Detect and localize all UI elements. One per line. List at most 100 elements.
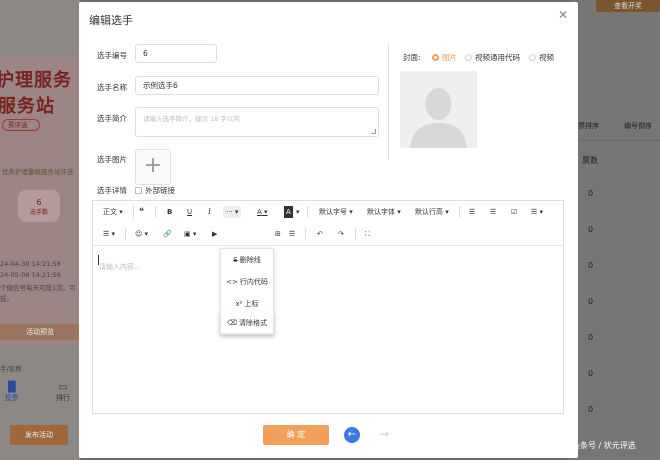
bg-column-header: 票数 bbox=[582, 156, 598, 165]
radio-icon bbox=[465, 54, 472, 61]
bg-filter-number: 编号倒序 bbox=[624, 122, 652, 130]
intro-label: 选手简介 bbox=[97, 114, 127, 123]
bg-badge-count: 6 bbox=[36, 198, 42, 207]
number-label: 选手编号 bbox=[97, 51, 127, 60]
confirm-button[interactable]: 确 定 bbox=[263, 425, 329, 445]
bg-badge-label: 选手数 bbox=[29, 209, 48, 216]
paragraph-format-select[interactable]: 正文 ▾ bbox=[103, 206, 123, 218]
bg-nav-rank: ▭ 排行 bbox=[56, 382, 70, 403]
bg-top-button: 查看开奖 bbox=[596, 0, 660, 12]
bg-cell-zero: 0 bbox=[588, 261, 594, 270]
blockquote-icon[interactable]: ❝ bbox=[139, 206, 144, 218]
bg-cell-zero: 0 bbox=[588, 333, 594, 342]
line-height-select[interactable]: 默认行高 ▾ bbox=[415, 206, 449, 218]
numbered-list-icon[interactable]: ☰ bbox=[490, 206, 496, 218]
bg-cell-zero: 0 bbox=[588, 297, 594, 306]
menu-item-label: 上标 bbox=[244, 300, 259, 308]
bg-nav-vote-label: 投票 bbox=[4, 394, 19, 402]
menu-item-label: 行内代码 bbox=[239, 278, 268, 286]
image-label: 选手图片 bbox=[97, 155, 127, 164]
arrow-right-icon[interactable]: → bbox=[376, 427, 392, 443]
font-color-icon[interactable]: A ▾ bbox=[257, 206, 268, 218]
menu-item-inline-code[interactable]: <> 行内代码 bbox=[221, 271, 273, 293]
cover-image-placeholder[interactable] bbox=[400, 71, 477, 148]
menu-item-label: 清除格式 bbox=[238, 319, 267, 327]
close-icon[interactable]: ✕ bbox=[556, 8, 570, 22]
emoji-icon[interactable]: ☺ ▾ bbox=[135, 228, 148, 240]
underline-icon[interactable]: U bbox=[187, 206, 192, 218]
bg-cell-zero: 0 bbox=[588, 189, 594, 198]
table-icon[interactable]: ⊞ bbox=[275, 228, 281, 240]
checkbox-icon bbox=[135, 187, 142, 194]
cover-option-video[interactable]: 视频 bbox=[529, 52, 554, 63]
todo-list-icon[interactable]: ☑ bbox=[511, 206, 517, 218]
editor-toolbar-row-1: 正文 ▾ ❝ B U I ··· ▾ A ▾ A ▾ 默认字号 ▾ 默认字体 ▾… bbox=[93, 201, 563, 223]
external-link-label: 外部链接 bbox=[145, 186, 175, 195]
bg-poster-subtitle: 优秀护理量级服务站评选 bbox=[2, 168, 74, 176]
bg-right-panel bbox=[570, 0, 660, 460]
rank-icon: ▭ bbox=[58, 382, 68, 393]
bg-divider bbox=[570, 140, 660, 141]
link-icon[interactable]: 🔗 bbox=[163, 228, 172, 240]
redo-icon[interactable]: ↷ bbox=[338, 228, 344, 240]
number-input[interactable]: 6 bbox=[135, 44, 217, 63]
rich-text-editor[interactable]: 正文 ▾ ❝ B U I ··· ▾ A ▾ A ▾ 默认字号 ▾ 默认字体 ▾… bbox=[92, 200, 564, 414]
bg-poster-pill: 票评选 bbox=[2, 119, 40, 131]
bg-cell-zero: 0 bbox=[588, 225, 594, 234]
video-icon[interactable]: ▶ bbox=[212, 228, 217, 240]
watermark: 头条号 / 状元评选 bbox=[572, 441, 636, 450]
background-color-icon[interactable]: A bbox=[284, 206, 293, 218]
bg-filter-vote: 票排序 bbox=[578, 122, 599, 130]
bg-cell-zero: 0 bbox=[588, 369, 594, 378]
resize-handle[interactable] bbox=[371, 129, 376, 134]
editor-toolbar-divider bbox=[93, 245, 563, 246]
bg-note-1: 个微信号每天可投1次。可 bbox=[0, 284, 76, 292]
cover-option-video-code[interactable]: 视频通用代码 bbox=[465, 52, 520, 63]
bg-date-start: 24-04-30 14:21:58 bbox=[0, 260, 61, 268]
fullscreen-icon[interactable]: ⛶ bbox=[365, 228, 370, 240]
bg-nav-rank-label: 排行 bbox=[56, 394, 70, 402]
edit-contestant-modal: 编辑选手 ✕ 选手编号 6 选手名称 示例选手6 选手简介 请输入选手简介，建议… bbox=[79, 2, 578, 458]
arrow-left-icon[interactable]: ← bbox=[344, 427, 360, 443]
menu-item-strikethrough[interactable]: S 删除线 bbox=[221, 249, 273, 271]
cover-option-video-label: 视频 bbox=[539, 53, 554, 62]
vertical-divider bbox=[388, 44, 389, 160]
bg-poster-title-1: 护理服务 bbox=[0, 70, 72, 91]
strikethrough-icon: S bbox=[233, 256, 238, 264]
avatar-icon bbox=[400, 71, 477, 148]
bg-color-arrow-icon[interactable]: ▾ bbox=[296, 206, 300, 218]
intro-textarea[interactable]: 请输入选手简介，建议 18 字以内 bbox=[135, 107, 379, 137]
radio-checked-icon bbox=[432, 54, 439, 61]
superscript-icon: x² bbox=[235, 300, 243, 308]
intro-placeholder: 请输入选手简介，建议 18 字以内 bbox=[143, 115, 240, 123]
bg-contestant-badge: 6 选手数 bbox=[18, 190, 60, 222]
editor-toolbar-row-2: ☰ ▾ ☺ ▾ 🔗 ▣ ▾ ▶ ⊞ ☰ ↶ ↷ ⛶ bbox=[93, 223, 563, 245]
detail-label: 选手详情 bbox=[97, 186, 127, 195]
horizontal-rule-icon[interactable]: ☰ bbox=[289, 228, 295, 240]
align-icon[interactable]: ☰ ▾ bbox=[531, 206, 543, 218]
name-input[interactable]: 示例选手6 bbox=[135, 76, 379, 95]
menu-item-clear-format[interactable]: ⌫ 清除格式 bbox=[221, 312, 273, 334]
bullet-list-icon[interactable]: ☰ bbox=[469, 206, 475, 218]
cover-option-image[interactable]: 图片 bbox=[432, 52, 457, 63]
bg-note-2: 投。 bbox=[0, 295, 13, 303]
italic-icon[interactable]: I bbox=[208, 206, 211, 218]
external-link-checkbox[interactable]: 外部链接 bbox=[135, 185, 175, 196]
bg-nav-vote: ▐▌ 投票 bbox=[4, 382, 19, 403]
bg-poster-title-2: 服务站 bbox=[0, 96, 55, 117]
image-icon[interactable]: ▣ ▾ bbox=[184, 228, 196, 240]
font-family-select[interactable]: 默认字体 ▾ bbox=[367, 206, 401, 218]
cover-option-video-code-label: 视频通用代码 bbox=[475, 53, 520, 62]
undo-icon[interactable]: ↶ bbox=[317, 228, 323, 240]
bar-chart-icon: ▐▌ bbox=[4, 382, 20, 393]
bold-icon[interactable]: B bbox=[167, 206, 172, 218]
more-format-icon[interactable]: ··· ▾ bbox=[223, 206, 242, 218]
radio-icon bbox=[529, 54, 536, 61]
font-size-select[interactable]: 默认字号 ▾ bbox=[319, 206, 353, 218]
more-format-dropdown-tail: ⌫ 清除格式 bbox=[220, 312, 274, 334]
editor-placeholder: 请输入内容... bbox=[99, 263, 141, 271]
plus-icon: + bbox=[143, 153, 163, 178]
bg-date-end: 24-05-06 14:21:58 bbox=[0, 271, 61, 279]
image-upload-button[interactable]: + bbox=[135, 149, 171, 185]
indent-icon[interactable]: ☰ ▾ bbox=[103, 228, 115, 240]
